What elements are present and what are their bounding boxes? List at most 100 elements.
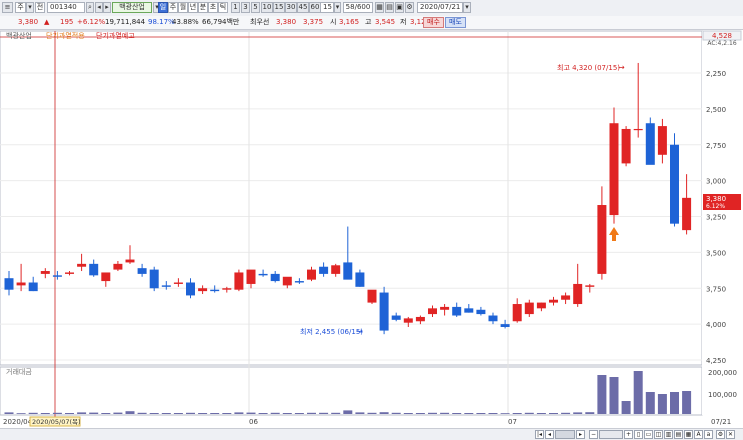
tool-icon-3[interactable]: ◫	[654, 430, 663, 439]
scroll-track[interactable]	[555, 430, 575, 439]
prev-stock-button[interactable]: ◂	[95, 2, 103, 13]
next-page-icon[interactable]: ▸	[576, 430, 585, 439]
current-price-box-pct: 6.12%	[706, 203, 725, 210]
volume-bar	[403, 413, 413, 414]
close-icon[interactable]: ✕	[726, 430, 735, 439]
stock-code-input[interactable]: 001340	[47, 2, 85, 13]
volume-bar	[549, 413, 558, 414]
volume-bar	[355, 412, 365, 414]
period-tab-month[interactable]: 월	[178, 2, 188, 13]
volume-bar	[488, 413, 498, 414]
interval-15[interactable]: 15	[273, 2, 285, 13]
interval-input[interactable]: 15	[320, 2, 334, 13]
y-tick-label: 4,000	[706, 321, 726, 329]
gear-icon[interactable]: ⚙	[405, 2, 414, 13]
period-tab-day[interactable]: 일	[158, 2, 168, 13]
high-annotation-text: 최고 4,320 (07/15)	[557, 63, 620, 72]
search-icon[interactable]: ⌕	[86, 2, 94, 13]
low-label: 저	[400, 18, 407, 26]
next-stock-button[interactable]: ▸	[103, 2, 111, 13]
interval-30[interactable]: 30	[285, 2, 297, 13]
period-tab-tick[interactable]: 틱	[218, 2, 228, 13]
volume-bar	[633, 371, 643, 414]
x-axis: 2020/04 2020/05/07(목) 06 07 07/21	[3, 416, 731, 427]
tool-icon-6[interactable]: ▦	[684, 430, 693, 439]
stock-chart[interactable]: 4,250 4,000 3,750 3,500 3,250 3,000 2,750 2,500…	[0, 29, 743, 428]
tool-icon-5[interactable]: ▤	[674, 430, 683, 439]
grid-view-icon[interactable]: ▦	[375, 2, 384, 13]
candle-body	[282, 276, 292, 286]
candle-body	[173, 282, 183, 284]
date-input[interactable]: 2020/07/21	[417, 2, 463, 13]
candle-body	[4, 278, 14, 290]
volume-bar	[573, 412, 583, 414]
candle-body	[161, 285, 171, 287]
period-tab-year[interactable]: 년	[188, 2, 198, 13]
volume-bar	[198, 413, 208, 414]
market-type-select[interactable]: 주	[15, 2, 26, 13]
interval-10[interactable]: 10	[261, 2, 273, 13]
exchange-select[interactable]: 전	[35, 2, 45, 13]
legend: 백광산업 단기과열적용 단기과열예고	[6, 31, 135, 40]
current-price-box-text: 3,380	[706, 195, 726, 203]
chevron-down-icon[interactable]: ▾	[26, 2, 34, 13]
candle-body	[89, 263, 99, 276]
volume-bar	[379, 412, 389, 414]
period-tab-week[interactable]: 주	[168, 2, 178, 13]
top-price-box-text: 4,528	[712, 32, 732, 40]
prev-page-icon[interactable]: ◂	[545, 430, 554, 439]
candle-body	[367, 289, 377, 303]
high-price: 3,545	[375, 18, 396, 26]
period-tab-minute[interactable]: 분	[198, 2, 208, 13]
interval-1[interactable]: 1	[231, 2, 240, 13]
interval-5[interactable]: 5	[251, 2, 260, 13]
candle-body	[415, 316, 425, 322]
volume-bar	[391, 412, 401, 414]
interval-3[interactable]: 3	[241, 2, 250, 13]
font-size-small-icon[interactable]: a	[704, 430, 713, 439]
chart-type-icon[interactable]: ▤	[385, 2, 394, 13]
candle-body	[524, 302, 534, 315]
calendar-icon[interactable]: ▾	[463, 2, 471, 13]
chevron-down-icon[interactable]: ▾	[334, 2, 341, 13]
legend-overheat-applied: 단기과열적용	[46, 31, 85, 40]
volume-bar	[476, 413, 486, 414]
interval-45[interactable]: 45	[297, 2, 309, 13]
zoom-slider[interactable]	[599, 430, 623, 439]
y-tick-label: 3,500	[706, 249, 726, 257]
volume-bar	[428, 412, 437, 414]
quote-bar: 3,380 ▲ 195 +6.12% 19,711,844 98.17% 43.…	[0, 16, 743, 30]
price-change: 195	[60, 18, 74, 26]
tool-icon-2[interactable]: ▭	[644, 430, 653, 439]
candle-body	[210, 289, 220, 292]
volume-bar	[307, 412, 316, 414]
period-tab-second[interactable]: 초	[208, 2, 218, 13]
font-size-icon[interactable]: A	[694, 430, 703, 439]
volume-bar	[609, 377, 619, 414]
candle-body	[77, 263, 87, 267]
volume-bar	[89, 412, 99, 414]
volume-bar	[101, 413, 111, 414]
zoom-out-icon[interactable]: −	[589, 430, 598, 439]
stock-name-label: 백광산업	[119, 3, 145, 11]
tool-icon-4[interactable]: ▥	[664, 430, 673, 439]
candle-body	[307, 269, 316, 280]
trade-amount: 66,794백만	[202, 18, 240, 26]
volume-panel-title: 거래대금	[6, 367, 32, 376]
first-page-icon[interactable]: |◂	[535, 430, 544, 439]
zoom-in-icon[interactable]: +	[624, 430, 633, 439]
buy-button[interactable]: 매수	[423, 17, 444, 28]
volume-bar	[282, 413, 292, 414]
save-icon[interactable]: ▣	[395, 2, 404, 13]
candle-body	[319, 266, 329, 274]
settings-icon[interactable]: ⚙	[716, 430, 725, 439]
sell-button[interactable]: 매도	[445, 17, 466, 28]
stock-name-field[interactable]: 백광산업	[112, 2, 152, 13]
ratio-value: 43.88%	[172, 18, 199, 26]
tool-icon-1[interactable]: ▯	[634, 430, 643, 439]
window-menu-button[interactable]: ≡	[2, 2, 13, 13]
data-count-field[interactable]: 58/600	[343, 2, 373, 13]
candle-body	[597, 205, 607, 274]
candle-body	[294, 281, 304, 283]
candle-body	[40, 271, 50, 274]
